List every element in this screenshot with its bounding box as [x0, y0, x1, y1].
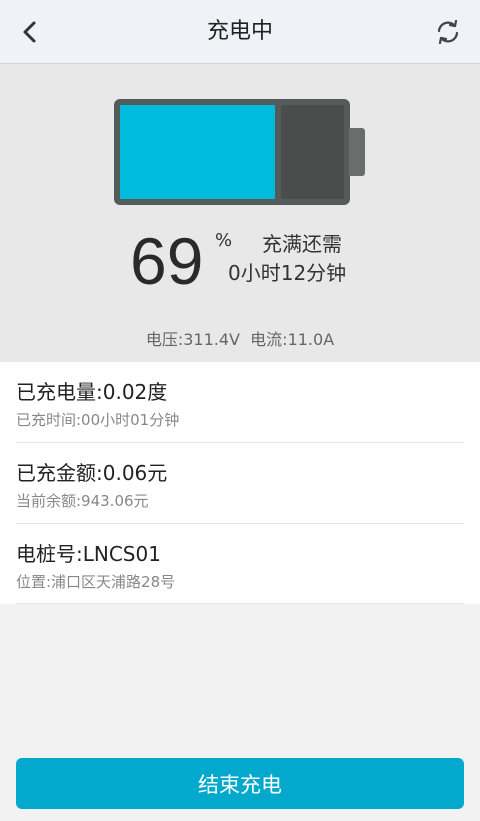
- end-charging-button[interactable]: 结束充电: [16, 758, 464, 809]
- back-button[interactable]: [12, 14, 48, 50]
- battery-tip: [349, 128, 365, 176]
- list-item-station: 电桩号:LNCS01 位置:浦口区天浦路28号: [0, 524, 480, 604]
- battery-level-fill: [120, 105, 281, 199]
- remaining-time: 0小时12分钟: [228, 261, 347, 285]
- current-balance: 当前余额:943.06元: [16, 492, 149, 510]
- refresh-button[interactable]: [430, 14, 466, 50]
- list-item-charged-energy: 已充电量:0.02度 已充时间:00小时01分钟: [0, 362, 480, 442]
- page-title: 充电中: [206, 19, 273, 44]
- station-location: 位置:浦口区天浦路28号: [16, 573, 176, 591]
- voltage-current-readout: 电压:311.4V 电流:11.0A: [145, 330, 335, 349]
- battery-percent: 69: [130, 224, 204, 298]
- charged-energy: 已充电量:0.02度: [16, 380, 168, 404]
- percent-unit: %: [215, 230, 233, 251]
- chevron-left-icon: [23, 21, 36, 43]
- remaining-label: 充满还需: [262, 232, 342, 256]
- station-number: 电桩号:LNCS01: [16, 542, 161, 566]
- battery-panel: 69 % 充满还需 0小时12分钟 电压:311.4V 电流:11.0A: [0, 64, 480, 362]
- charged-time: 已充时间:00小时01分钟: [16, 411, 180, 429]
- charged-amount: 已充金额:0.06元: [16, 461, 168, 485]
- battery-icon: [114, 99, 350, 205]
- refresh-icon: [437, 19, 459, 45]
- header-bar: 充电中: [0, 0, 480, 64]
- charging-info-list: 已充电量:0.02度 已充时间:00小时01分钟 已充金额:0.06元 当前余额…: [0, 362, 480, 604]
- divider: [16, 603, 464, 604]
- list-item-charged-amount: 已充金额:0.06元 当前余额:943.06元: [0, 443, 480, 523]
